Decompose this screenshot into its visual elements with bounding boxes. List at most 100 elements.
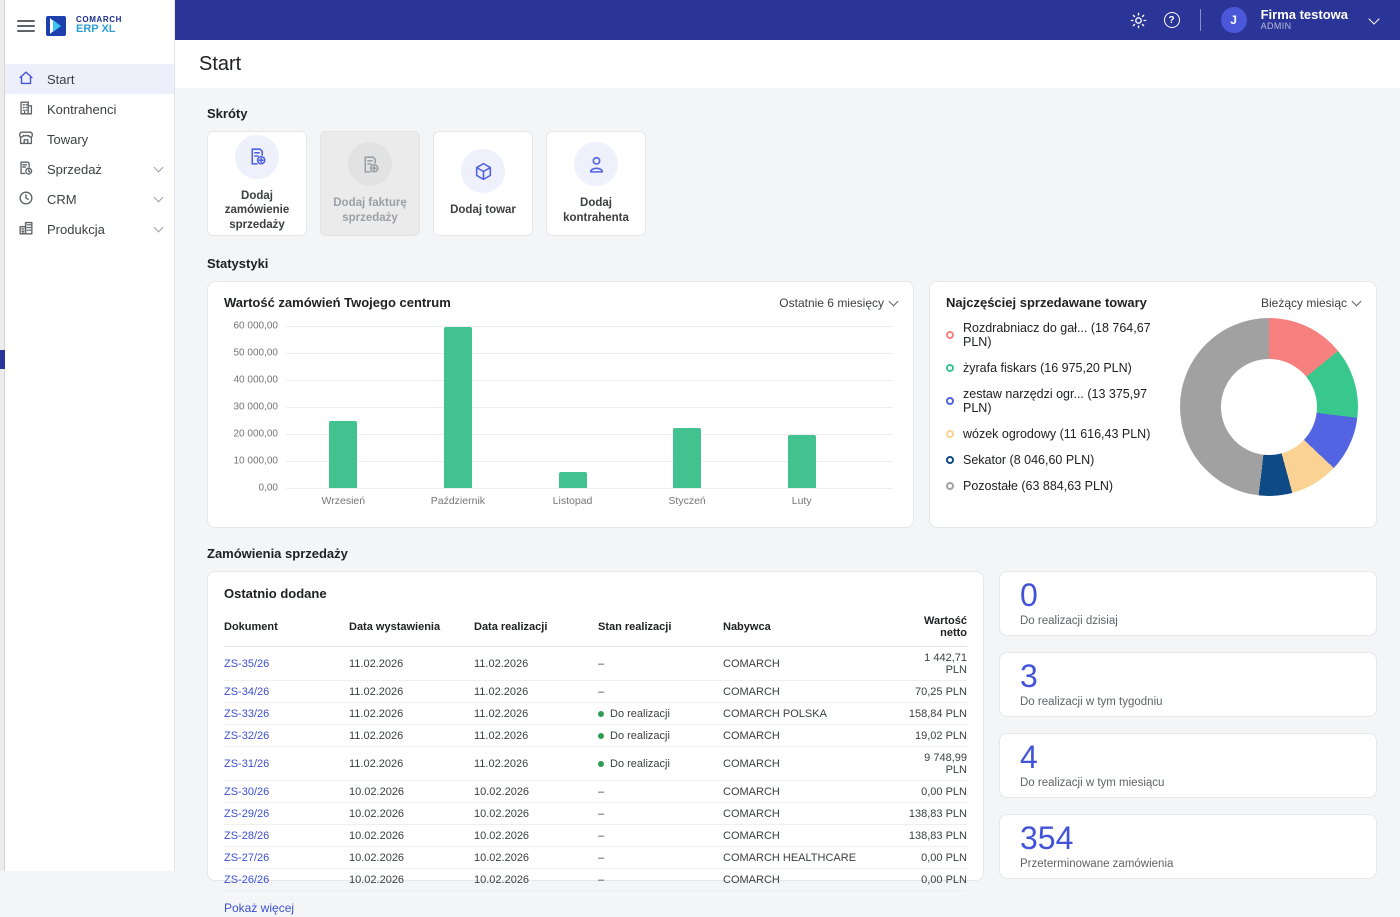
section-label-statistics: Statystyki (207, 256, 1378, 271)
status-dot-icon (598, 761, 604, 767)
document-link[interactable]: ZS-32/26 (224, 730, 269, 742)
realization-date: 11.02.2026 (474, 681, 598, 703)
document-link[interactable]: ZS-31/26 (224, 758, 269, 770)
buyer: COMARCH (723, 747, 903, 781)
status-empty: – (598, 786, 604, 798)
menu-hamburger-icon[interactable] (17, 17, 35, 35)
gridline (286, 488, 893, 489)
shortcut-label: Dodaj towar (444, 203, 522, 217)
column-header-1: Dokument (224, 609, 349, 647)
issue-date: 11.02.2026 (349, 725, 474, 747)
issue-date: 10.02.2026 (349, 825, 474, 847)
bar-chart-period-dropdown[interactable]: Ostatnie 6 miesięcy (779, 296, 897, 310)
document-link[interactable]: ZS-29/26 (224, 808, 269, 820)
sidebar-item-kontrahenci[interactable]: Kontrahenci (5, 94, 174, 124)
status-empty: – (598, 686, 604, 698)
document-link[interactable]: ZS-27/26 (224, 852, 269, 864)
summary-value: 4 (1020, 740, 1356, 775)
document-plus-icon (348, 142, 392, 186)
document-link[interactable]: ZS-34/26 (224, 686, 269, 698)
net-value: 9 748,99 PLN (903, 747, 967, 781)
table-row[interactable]: ZS-26/2610.02.202610.02.2026–COMARCH0,00… (224, 869, 967, 891)
orders-table: DokumentData wystawieniaData realizacjiS… (224, 609, 967, 891)
summary-label: Do realizacji dzisiaj (1020, 615, 1356, 627)
comarch-logo-mark (45, 14, 69, 38)
table-row[interactable]: ZS-29/2610.02.202610.02.2026–COMARCH138,… (224, 803, 967, 825)
x-axis-category-label: Luty (792, 495, 812, 507)
document-link[interactable]: ZS-30/26 (224, 786, 269, 798)
table-row[interactable]: ZS-33/2611.02.202611.02.2026Do realizacj… (224, 703, 967, 725)
chevron-down-icon[interactable] (1368, 13, 1379, 24)
home-icon (17, 69, 35, 90)
gridline (286, 407, 893, 408)
issue-date: 11.02.2026 (349, 747, 474, 781)
column-header-6: Wartość netto (903, 609, 967, 647)
legend-label: wózek ogrodowy (11 616,43 PLN) (963, 427, 1150, 441)
settings-gear-icon[interactable] (1128, 9, 1150, 31)
shortcut-dodaj-towar[interactable]: Dodaj towar (433, 131, 533, 236)
table-row[interactable]: ZS-32/2611.02.202611.02.2026Do realizacj… (224, 725, 967, 747)
sidebar-item-produkcja[interactable]: Produkcja (5, 214, 174, 244)
realization-date: 10.02.2026 (474, 869, 598, 891)
realization-date: 10.02.2026 (474, 847, 598, 869)
table-row[interactable]: ZS-35/2611.02.202611.02.2026–COMARCH1 44… (224, 647, 967, 681)
sidebar-item-sprzeda-[interactable]: Sprzedaż (5, 154, 174, 184)
show-more-link[interactable]: Pokaż więcej (224, 901, 294, 915)
document-link[interactable]: ZS-28/26 (224, 830, 269, 842)
orders-value-chart-card: Wartość zamówień Twojego centrum Ostatni… (207, 281, 914, 528)
table-row[interactable]: ZS-28/2610.02.202610.02.2026–COMARCH138,… (224, 825, 967, 847)
net-value: 70,25 PLN (903, 681, 967, 703)
buyer: COMARCH (723, 803, 903, 825)
status-empty: – (598, 830, 604, 842)
bar-styczeń (673, 428, 701, 488)
legend-label: Pozostałe (63 884,63 PLN) (963, 479, 1113, 493)
realization-status: – (598, 869, 723, 891)
realization-status: – (598, 781, 723, 803)
summary-card-3[interactable]: 4Do realizacji w tym miesiącu (999, 733, 1377, 798)
avatar[interactable]: J (1221, 7, 1247, 33)
issue-date: 11.02.2026 (349, 703, 474, 725)
status-dot-icon (598, 711, 604, 717)
table-row[interactable]: ZS-27/2610.02.202610.02.2026–COMARCH HEA… (224, 847, 967, 869)
sidebar-item-start[interactable]: Start (5, 64, 174, 94)
buyer: COMARCH (723, 825, 903, 847)
sidebar-item-label: Kontrahenci (47, 102, 116, 117)
summary-label: Do realizacji w tym tygodniu (1020, 696, 1356, 708)
summary-card-1[interactable]: 0 Do realizacji dzisiaj (999, 571, 1377, 636)
buyer: COMARCH HEALTHCARE (723, 847, 903, 869)
realization-date: 10.02.2026 (474, 803, 598, 825)
column-header-3: Data realizacji (474, 609, 598, 647)
table-row[interactable]: ZS-30/2610.02.202610.02.2026–COMARCH0,00… (224, 781, 967, 803)
realization-date: 11.02.2026 (474, 703, 598, 725)
net-value: 158,84 PLN (903, 703, 967, 725)
donut-chart-period-value: Bieżący miesiąc (1261, 296, 1347, 310)
table-row[interactable]: ZS-31/2611.02.202611.02.2026Do realizacj… (224, 747, 967, 781)
user-menu[interactable]: Firma testowa ADMIN (1261, 8, 1348, 32)
sidebar-item-crm[interactable]: CRM (5, 184, 174, 214)
brand-name-bottom: ERP XL (76, 24, 122, 36)
donut-chart-period-dropdown[interactable]: Bieżący miesiąc (1261, 296, 1360, 310)
shortcut-dodaj-zamówienie-sprzedaży[interactable]: Dodaj zamówienie sprzedaży (207, 131, 307, 236)
issue-date: 10.02.2026 (349, 803, 474, 825)
document-link[interactable]: ZS-26/26 (224, 874, 269, 886)
factory-icon (17, 219, 35, 240)
summary-card-2[interactable]: 3Do realizacji w tym tygodniu (999, 652, 1377, 717)
gridline (286, 326, 893, 327)
shortcut-label: Dodaj kontrahenta (547, 196, 645, 225)
sidebar-item-towary[interactable]: Towary (5, 124, 174, 154)
bar-listopad (559, 472, 587, 488)
status-dot-icon (598, 733, 604, 739)
buyer: COMARCH POLSKA (723, 703, 903, 725)
shortcut-dodaj-kontrahenta[interactable]: Dodaj kontrahenta (546, 131, 646, 236)
document-link[interactable]: ZS-35/26 (224, 658, 269, 670)
sidebar-header: COMARCH ERP XL (5, 0, 174, 52)
document-link[interactable]: ZS-33/26 (224, 708, 269, 720)
donut-legend: Rozdrabniacz do gał... (18 764,67 PLN)ży… (946, 321, 1174, 493)
help-icon[interactable]: ? (1164, 12, 1180, 28)
sidebar-item-label: Produkcja (47, 222, 105, 237)
summary-card-4[interactable]: 354Przeterminowane zamówienia (999, 814, 1377, 879)
table-row[interactable]: ZS-34/2611.02.202611.02.2026–COMARCH70,2… (224, 681, 967, 703)
background-window-sliver (0, 0, 5, 871)
issue-date: 10.02.2026 (349, 847, 474, 869)
summary-value: 0 (1020, 578, 1356, 613)
